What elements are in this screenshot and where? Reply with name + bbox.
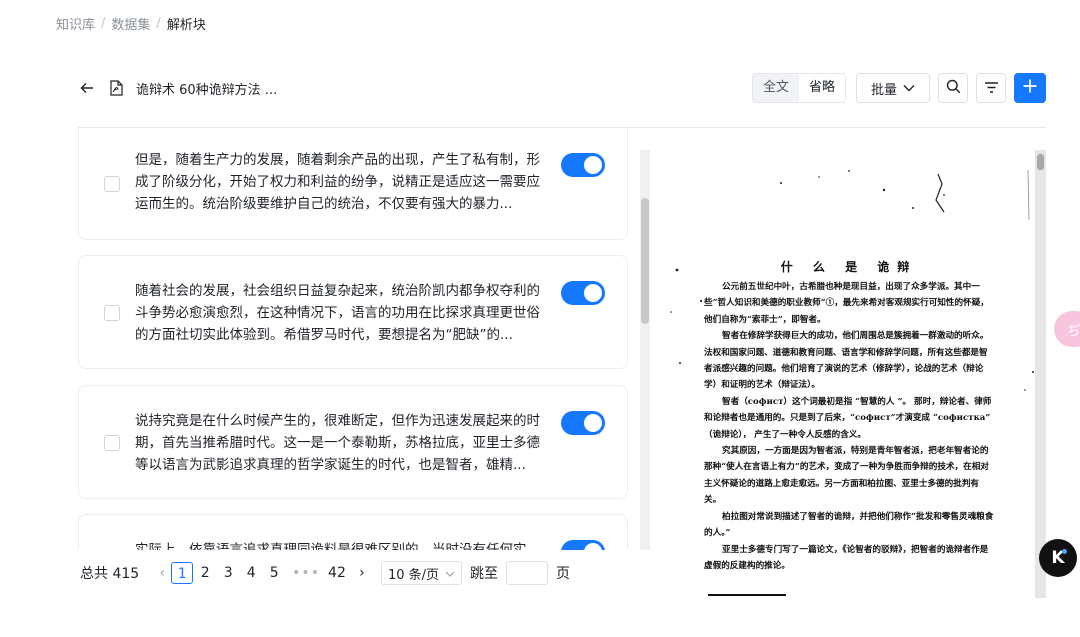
breadcrumb-separator: /	[101, 16, 106, 31]
search-button[interactable]	[938, 73, 968, 103]
preview-scroll-thumb[interactable]	[1037, 154, 1044, 170]
chevron-down-icon	[445, 566, 455, 581]
chunk-text: 随着社会的发展，社会组织日益复杂起来，统治阶凯内都争权夺利的斗争势必愈演愈烈，在…	[135, 283, 540, 343]
toggle-knob	[584, 543, 602, 550]
total-count: 总共 415	[80, 566, 140, 582]
page-ellipsis[interactable]: •••	[292, 565, 320, 581]
search-icon	[946, 79, 961, 98]
page-size-value: 10 条/页	[387, 567, 440, 583]
breadcrumb-item-knowledge-base[interactable]: 知识库	[56, 14, 95, 33]
goto-page-input[interactable]	[506, 561, 549, 585]
pdf-file-icon	[108, 79, 124, 97]
breadcrumb-separator: /	[156, 16, 161, 31]
scanned-paragraph: 智者（софист）这个词最初是指 “智慧的人 ”。 那时，辩论者、律师和论辩者…	[704, 396, 992, 440]
page-1[interactable]: 1	[171, 562, 194, 584]
chunk-checkbox[interactable]	[104, 176, 120, 192]
page-4[interactable]: 4	[240, 562, 262, 584]
toggle-knob	[584, 156, 602, 174]
prev-page-icon[interactable]: ‹	[153, 565, 171, 581]
badge-dot	[1062, 549, 1067, 554]
document-title: 诡辩术 60种诡辩方法 ...	[136, 82, 278, 98]
page-last[interactable]: 42	[326, 562, 348, 584]
scanned-page: 什 么 是 诡辩 公元前五世纪中叶，古希腊也种是现目益，出现了众多学派。其中一些…	[704, 258, 994, 574]
chunk-enable-toggle[interactable]	[561, 540, 605, 550]
chunk-checkbox[interactable]	[104, 435, 120, 451]
view-mode-switch: 全文 省略	[751, 73, 846, 103]
pagination: 总共 415 ‹ 1 2 3 4 5 ••• 42 › 10 条/页 跳至 页	[80, 561, 570, 585]
batch-dropdown[interactable]: 批量	[855, 73, 930, 103]
scanned-paragraph: 智者在修辞学获得巨大的成功，他们周围总是簇拥着一群激动的听众。法权和国家问题、道…	[704, 331, 989, 391]
preview-scrollbar[interactable]	[1035, 150, 1046, 598]
chunk-text: 实际上，依靠语言追求真理同诡料是很难区别的，当时没有任何实	[135, 542, 527, 550]
side-assistant-tab[interactable]: ぢ	[1054, 311, 1080, 347]
toggle-knob	[584, 284, 602, 302]
chunk-toolbar: 全文 省略 批量	[751, 73, 1046, 103]
side-assistant-text: ぢ	[1067, 323, 1080, 339]
page-3[interactable]: 3	[217, 562, 239, 584]
view-brief-button[interactable]: 省略	[798, 74, 845, 102]
scanned-page-title: 什 么 是 诡辩	[780, 260, 918, 274]
chunk-checkbox[interactable]	[104, 305, 120, 321]
scanned-paragraph: 亚里士多德专门写了一篇论文，《论智者的驳辩》，把智者的诡辩者作是虚假的反建构的推…	[704, 544, 989, 571]
filter-icon	[984, 79, 999, 98]
breadcrumb: 知识库 / 数据集 / 解析块	[56, 14, 206, 33]
scanned-paragraph: 柏拉图对常说到描述了智者的诡辩，并把他们称作“批发和零售灵魂粮食的人。”	[704, 511, 994, 539]
page-2[interactable]: 2	[194, 562, 216, 584]
chunk-text: 说持究竟是在什么时候产生的，很难断定，但作为迅速发展起来的时期，首先当推希腊时代…	[135, 413, 540, 473]
toggle-knob	[584, 414, 602, 432]
footnote-rule	[708, 594, 786, 596]
goto-label: 跳至	[470, 566, 499, 582]
plus-icon	[1022, 78, 1038, 98]
chunk-enable-toggle[interactable]	[561, 153, 605, 177]
breadcrumb-item-chunks: 解析块	[166, 18, 206, 33]
chunk-text: 但是，随着生产力的发展，随着剩余产品的出现，产生了私有制，形成了阶级分化，开始了…	[135, 152, 540, 212]
page-5[interactable]: 5	[263, 562, 285, 584]
view-full-button[interactable]: 全文	[752, 74, 799, 102]
scanned-paragraph: 公元前五世纪中叶，古希腊也种是现目益，出现了众多学派。其中一些“哲人知识和美德的…	[704, 282, 989, 325]
chunk-card[interactable]: 随着社会的发展，社会组织日益复杂起来，统治阶凯内都争权夺利的斗争势必愈演愈烈，在…	[78, 255, 628, 369]
chunk-card[interactable]: 实际上，依靠语言追求真理同诡料是很难区别的，当时没有任何实	[78, 514, 628, 550]
breadcrumb-item-dataset[interactable]: 数据集	[111, 14, 150, 33]
chunk-card[interactable]: 但是，随着生产力的发展，随着剩余产品的出现，产生了私有制，形成了阶级分化，开始了…	[78, 128, 628, 240]
page-size-select[interactable]: 10 条/页	[380, 561, 463, 585]
chunk-list: 但是，随着生产力的发展，随着剩余产品的出现，产生了私有制，形成了阶级分化，开始了…	[78, 128, 650, 550]
chunk-enable-toggle[interactable]	[561, 411, 605, 435]
back-arrow-icon[interactable]	[78, 79, 96, 97]
next-page-icon[interactable]: ›	[353, 565, 371, 581]
chunk-list-scroll-thumb[interactable]	[641, 198, 649, 324]
chunk-card[interactable]: 说持究竟是在什么时候产生的，很难断定，但作为迅速发展起来的时期，首先当推希腊时代…	[78, 385, 628, 499]
batch-label: 批量	[870, 82, 897, 98]
scanned-page-body: 公元前五世纪中叶，古希腊也种是现目益，出现了众多学派。其中一些“哲人知识和美德的…	[704, 279, 994, 574]
scanned-paragraph: 究其原因，一方面是因为智者派，特别是青年智者派，把老年智者论的那种“使人在言语上…	[704, 446, 989, 506]
page-unit-label: 页	[556, 566, 571, 582]
chunk-enable-toggle[interactable]	[561, 281, 605, 305]
floating-k-badge[interactable]: K	[1039, 539, 1077, 577]
chevron-down-icon	[903, 81, 915, 96]
add-chunk-button[interactable]	[1014, 73, 1046, 103]
document-preview: 什 么 是 诡辩 公元前五世纪中叶，古希腊也种是现目益，出现了众多学派。其中一些…	[668, 150, 1046, 598]
filter-button[interactable]	[976, 73, 1006, 103]
